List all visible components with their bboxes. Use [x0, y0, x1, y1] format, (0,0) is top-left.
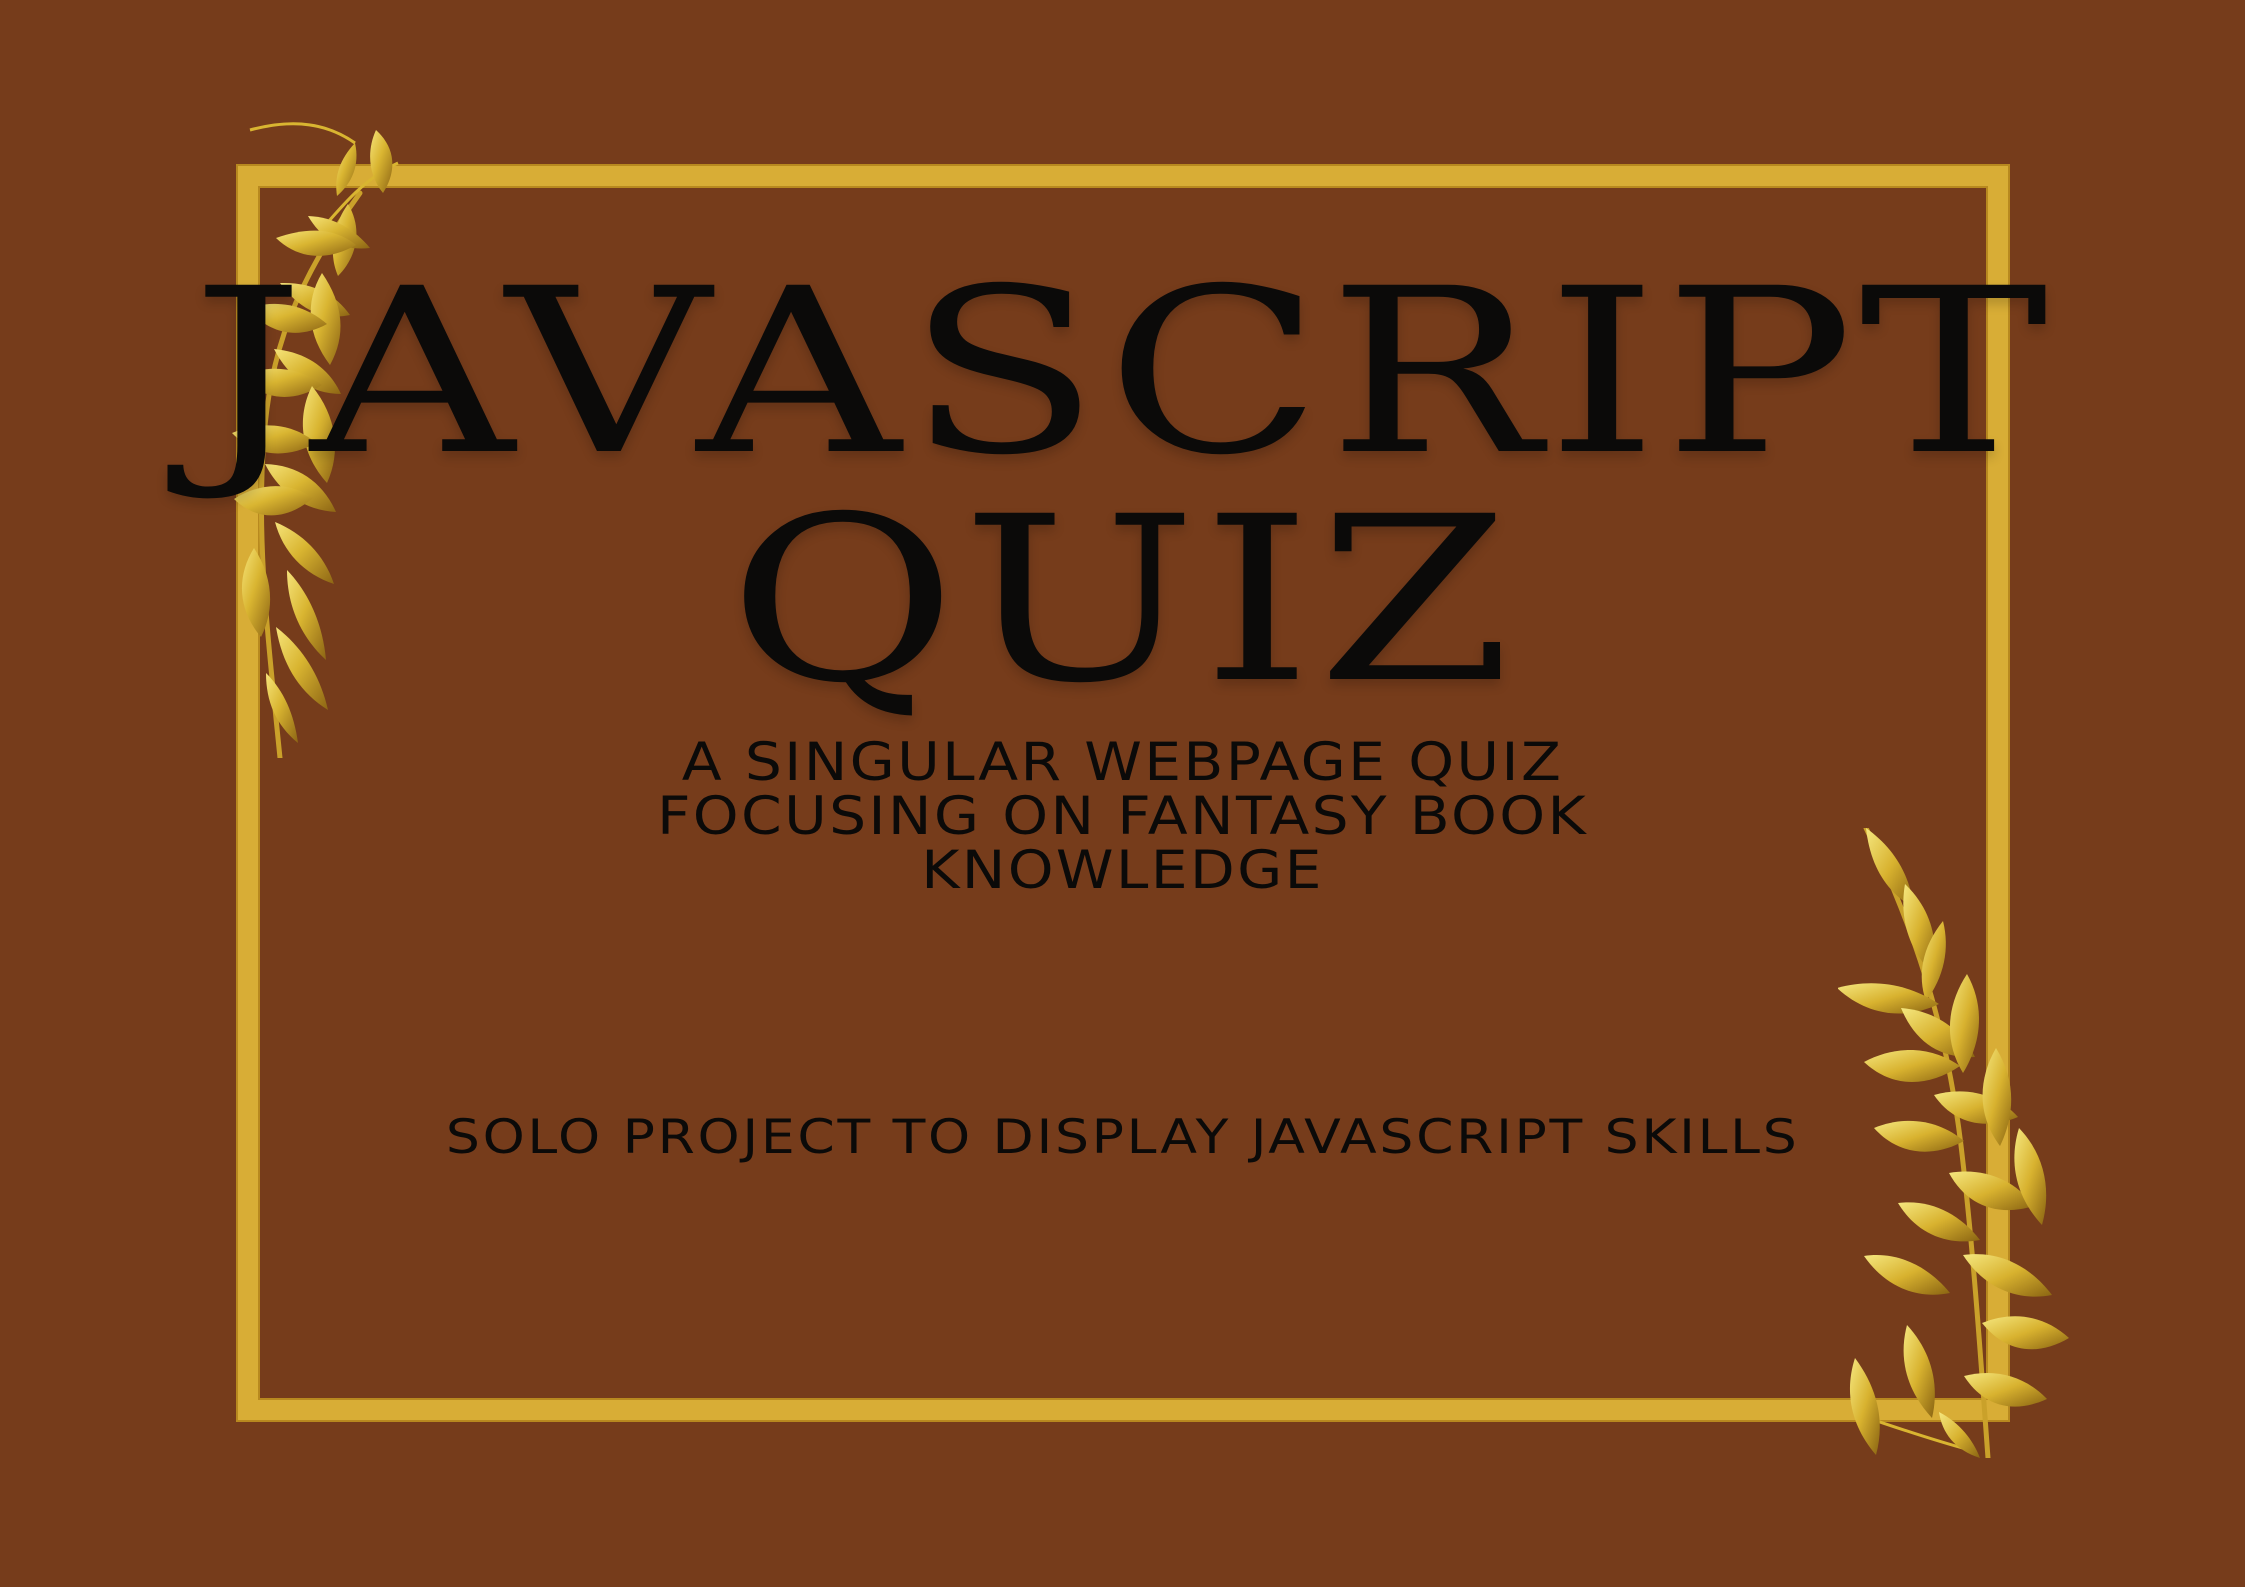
subtitle-line-3: KNOWLEDGE	[921, 840, 1324, 901]
subtitle-line-2: FOCUSING ON FANTASY BOOK	[656, 786, 1589, 847]
quiz-cover: JAVASCRIPT QUIZ A SINGULAR WEBPAGE QUIZ …	[0, 0, 2245, 1587]
title-javascript: JAVASCRIPT	[191, 239, 2054, 505]
title-quiz: QUIZ	[728, 467, 1517, 733]
tagline-text: SOLO PROJECT TO DISPLAY JAVASCRIPT SKILL…	[445, 1110, 1800, 1165]
subtitle-line-1: A SINGULAR WEBPAGE QUIZ	[681, 732, 1564, 793]
project-tagline: SOLO PROJECT TO DISPLAY JAVASCRIPT SKILL…	[0, 1111, 2245, 1165]
subtitle-block: A SINGULAR WEBPAGE QUIZ FOCUSING ON FANT…	[0, 736, 2245, 898]
